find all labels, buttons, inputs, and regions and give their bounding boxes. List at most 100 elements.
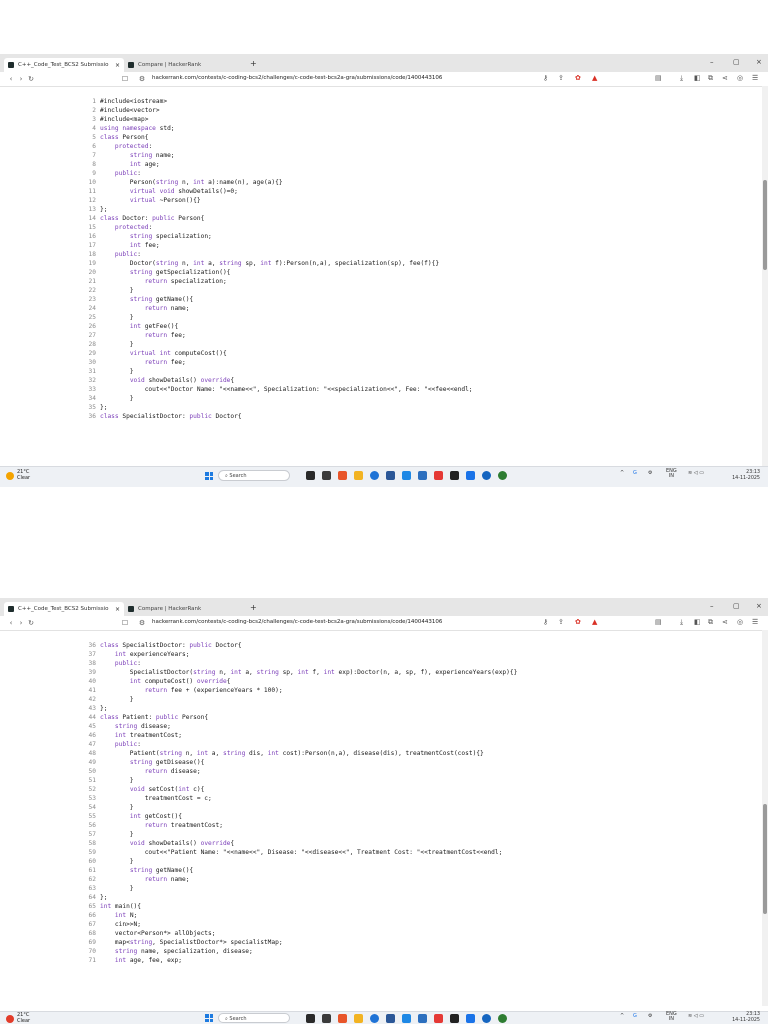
terminal-icon[interactable]	[450, 471, 459, 480]
url-field[interactable]: hackerrank.com/contests/c-coding-bcs2/ch…	[152, 619, 442, 625]
sidebar-icon[interactable]: ▤	[655, 74, 662, 82]
minimize-button[interactable]: –	[710, 602, 714, 610]
tray-app-icon[interactable]: ⚙	[648, 470, 652, 476]
new-tab-button[interactable]: +	[250, 603, 257, 612]
extension-icon[interactable]: ✿	[575, 618, 581, 626]
brave-icon[interactable]	[434, 1014, 443, 1023]
app-icon[interactable]	[498, 471, 507, 480]
weather-widget[interactable]: 21°C Clear	[6, 469, 30, 481]
forward-icon[interactable]: ›	[16, 75, 26, 83]
back-icon[interactable]: ‹	[6, 619, 16, 627]
wifi-icon[interactable]: ≋ ◁ ▭	[688, 1013, 704, 1019]
password-key-icon[interactable]: ⚷	[543, 74, 548, 82]
edge-icon[interactable]	[370, 1014, 379, 1023]
scrollbar[interactable]	[762, 86, 768, 468]
app-icon[interactable]	[482, 471, 491, 480]
weather-widget[interactable]: 21°C Clear	[6, 1012, 30, 1024]
tray-app-icon[interactable]: G	[633, 470, 637, 476]
tray-app-icon[interactable]: G	[633, 1013, 637, 1019]
app-icon[interactable]	[418, 1014, 427, 1023]
app-icon[interactable]	[482, 1014, 491, 1023]
sidebar-icon[interactable]: ▤	[655, 618, 662, 626]
vscode-icon[interactable]	[466, 471, 475, 480]
file-explorer-icon[interactable]	[354, 1014, 363, 1023]
windows-start-icon[interactable]	[205, 1014, 213, 1022]
code-text: string specialization;	[129, 233, 212, 240]
maximize-button[interactable]: ▢	[733, 602, 740, 610]
reload-icon[interactable]: ↻	[26, 619, 36, 627]
reader-icon[interactable]: ◧	[694, 618, 701, 626]
tray-app-icon[interactable]: ⚙	[648, 1013, 652, 1019]
alert-extension-icon[interactable]: ▲	[592, 74, 597, 82]
share-page-icon[interactable]: ⋖	[722, 618, 728, 626]
app-icon[interactable]	[386, 471, 395, 480]
close-tab-icon[interactable]: ×	[115, 606, 120, 613]
app-icon[interactable]	[322, 1014, 331, 1023]
menu-icon[interactable]: ☰	[752, 74, 758, 82]
window-close-button[interactable]: ×	[756, 602, 762, 610]
site-info-icon[interactable]: ⚙	[137, 619, 147, 627]
app-icon[interactable]	[418, 471, 427, 480]
extension-icon[interactable]: ✿	[575, 74, 581, 82]
forward-icon[interactable]: ›	[16, 619, 26, 627]
app-icon[interactable]	[498, 1014, 507, 1023]
scrollbar-thumb[interactable]	[763, 180, 767, 270]
language-indicator[interactable]: ENG IN	[666, 469, 677, 479]
line-number: 65	[88, 903, 96, 910]
wifi-icon[interactable]: ≋ ◁ ▭	[688, 470, 704, 476]
file-explorer-icon[interactable]	[354, 471, 363, 480]
reload-icon[interactable]: ↻	[26, 75, 36, 83]
back-icon[interactable]: ‹	[6, 75, 16, 83]
clock[interactable]: 23:13 14-11-2025	[732, 1012, 760, 1023]
app-icon[interactable]	[306, 1014, 315, 1023]
minimize-button[interactable]: –	[710, 58, 714, 66]
taskbar-search[interactable]: ⌕ Search	[218, 1013, 290, 1023]
vscode-icon[interactable]	[466, 1014, 475, 1023]
shield-icon[interactable]: ◎	[737, 74, 743, 82]
taskbar-search[interactable]: ⌕ Search	[218, 470, 290, 481]
download-icon[interactable]: ⤓	[680, 618, 683, 627]
app-icon[interactable]	[322, 471, 331, 480]
tab-compare[interactable]: Compare | HackerRank	[124, 58, 240, 72]
menu-icon[interactable]: ☰	[752, 618, 758, 626]
tray-chevron-icon[interactable]: ^	[620, 1013, 624, 1019]
tab-submission[interactable]: C++_Code_Test_BCS2 Submissio ×	[4, 602, 124, 616]
tab-submission[interactable]: C++_Code_Test_BCS2 Submissio ×	[4, 58, 124, 72]
tab-compare[interactable]: Compare | HackerRank	[124, 602, 240, 616]
app-icon[interactable]	[338, 1014, 347, 1023]
alert-extension-icon[interactable]: ▲	[592, 618, 597, 626]
close-tab-icon[interactable]: ×	[115, 62, 120, 69]
code-text: }	[100, 395, 134, 402]
clock[interactable]: 23:13 14-11-2025	[732, 470, 760, 481]
app-icon[interactable]	[402, 471, 411, 480]
tray-chevron-icon[interactable]: ^	[620, 470, 624, 476]
download-icon[interactable]: ⤓	[680, 74, 683, 83]
new-tab-button[interactable]: +	[250, 59, 257, 68]
edge-icon[interactable]	[370, 471, 379, 480]
reader-icon[interactable]: ◧	[694, 74, 701, 82]
brave-icon[interactable]	[434, 471, 443, 480]
app-icon[interactable]	[338, 471, 347, 480]
site-info-icon[interactable]: ⚙	[137, 75, 147, 83]
share-page-icon[interactable]: ⋖	[722, 74, 728, 82]
language-indicator[interactable]: ENG IN	[666, 1012, 677, 1022]
scrollbar-thumb[interactable]	[763, 804, 767, 914]
bookmark-icon[interactable]: ☐	[120, 75, 130, 83]
app-icon[interactable]	[386, 1014, 395, 1023]
password-key-icon[interactable]: ⚷	[543, 618, 548, 626]
share-icon[interactable]: ⇪	[558, 74, 564, 82]
screenshot-icon[interactable]: ⧉	[708, 618, 713, 627]
bookmark-icon[interactable]: ☐	[120, 619, 130, 627]
app-icon[interactable]	[306, 471, 315, 480]
windows-start-icon[interactable]	[205, 472, 213, 480]
shield-icon[interactable]: ◎	[737, 618, 743, 626]
address-bar: ‹ › ↻ ☐ ⚙ hackerrank.com/contests/c-codi…	[0, 72, 768, 87]
share-icon[interactable]: ⇪	[558, 618, 564, 626]
url-field[interactable]: hackerrank.com/contests/c-coding-bcs2/ch…	[152, 75, 442, 81]
terminal-icon[interactable]	[450, 1014, 459, 1023]
screenshot-icon[interactable]: ⧉	[708, 74, 713, 83]
app-icon[interactable]	[402, 1014, 411, 1023]
maximize-button[interactable]: ▢	[733, 58, 740, 66]
scrollbar[interactable]	[762, 630, 768, 1006]
window-close-button[interactable]: ×	[756, 58, 762, 66]
